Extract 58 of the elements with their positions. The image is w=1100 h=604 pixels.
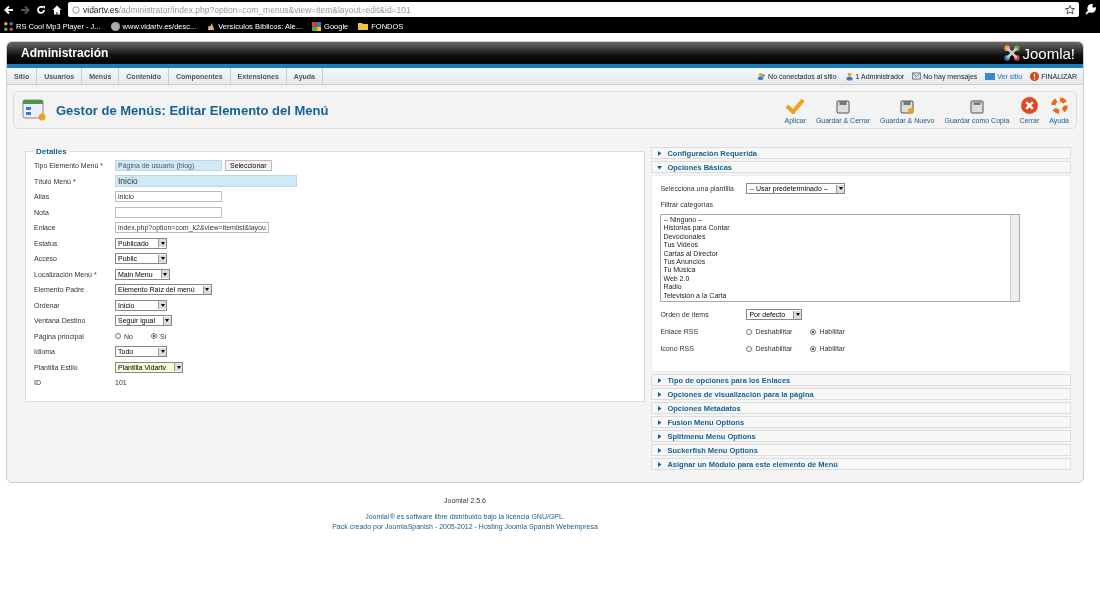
address-bar[interactable]: vidartv.es/administrator/index.php?option=com_menus&view=item&layout=edit&id=101 [68, 2, 1079, 17]
wrench-icon[interactable] [1085, 4, 1096, 15]
caret-right-icon [657, 150, 663, 156]
caret-icon [165, 319, 170, 323]
caret-right-icon [657, 405, 663, 411]
caret-right-icon [657, 377, 663, 383]
caret-right-icon [657, 447, 663, 453]
radio-button[interactable] [810, 328, 817, 335]
radio-button[interactable] [746, 328, 753, 335]
page-title: Gestor de Menús: Editar Elemento del Menú [56, 102, 329, 118]
caret-icon [838, 187, 843, 190]
caret-icon [205, 288, 210, 292]
floppy-icon [835, 99, 850, 114]
lifebuoy-icon [1050, 96, 1068, 114]
admin-title: Administración [21, 46, 109, 60]
caret-icon [160, 350, 165, 354]
radio-button[interactable] [115, 333, 121, 340]
caret-down-icon [657, 164, 663, 170]
reload-icon[interactable] [36, 4, 46, 15]
forward-icon[interactable] [20, 4, 30, 15]
caret-right-icon [657, 433, 663, 439]
caret-right-icon [657, 461, 663, 467]
caret-icon [163, 272, 168, 276]
details-legend: Detalles [34, 147, 69, 156]
radio-button[interactable] [810, 345, 817, 352]
globe-icon [72, 5, 80, 14]
scrollbar[interactable] [1010, 215, 1020, 301]
joomla-logo-icon [1004, 45, 1021, 61]
caret-icon [160, 303, 165, 307]
url-text: vidartv.es/administrator/index.php?option=com_menus&view=item&layout=edit&id=101 [83, 4, 411, 15]
folder-icon [358, 22, 369, 30]
floppy-icon [900, 99, 915, 114]
star-icon[interactable] [1065, 4, 1075, 15]
radio-button[interactable] [746, 345, 753, 352]
message-icon [912, 72, 922, 80]
users-icon [757, 71, 767, 81]
title-field[interactable]: Inicio [115, 175, 297, 188]
caret-right-icon [657, 419, 663, 425]
alert-icon [1030, 71, 1040, 81]
user-icon [844, 71, 854, 81]
globe-icon [110, 21, 120, 31]
caret-icon [160, 257, 165, 261]
joomla-logo-text: Joomla! [1022, 44, 1075, 62]
close-icon [1020, 96, 1038, 114]
home-icon[interactable] [52, 4, 62, 15]
menu-manager-icon [22, 99, 46, 121]
radio-button[interactable] [150, 333, 157, 340]
text-field[interactable] [115, 206, 222, 218]
joomla-icon [4, 21, 13, 31]
screen-icon [985, 72, 996, 80]
caret-icon [160, 241, 165, 245]
checkmark-icon [786, 97, 805, 114]
caret-icon [176, 365, 181, 369]
caret-icon [795, 313, 800, 316]
google-icon [312, 21, 322, 31]
floppy-icon [969, 99, 984, 114]
back-icon[interactable] [4, 4, 14, 15]
caret-right-icon [657, 391, 663, 397]
